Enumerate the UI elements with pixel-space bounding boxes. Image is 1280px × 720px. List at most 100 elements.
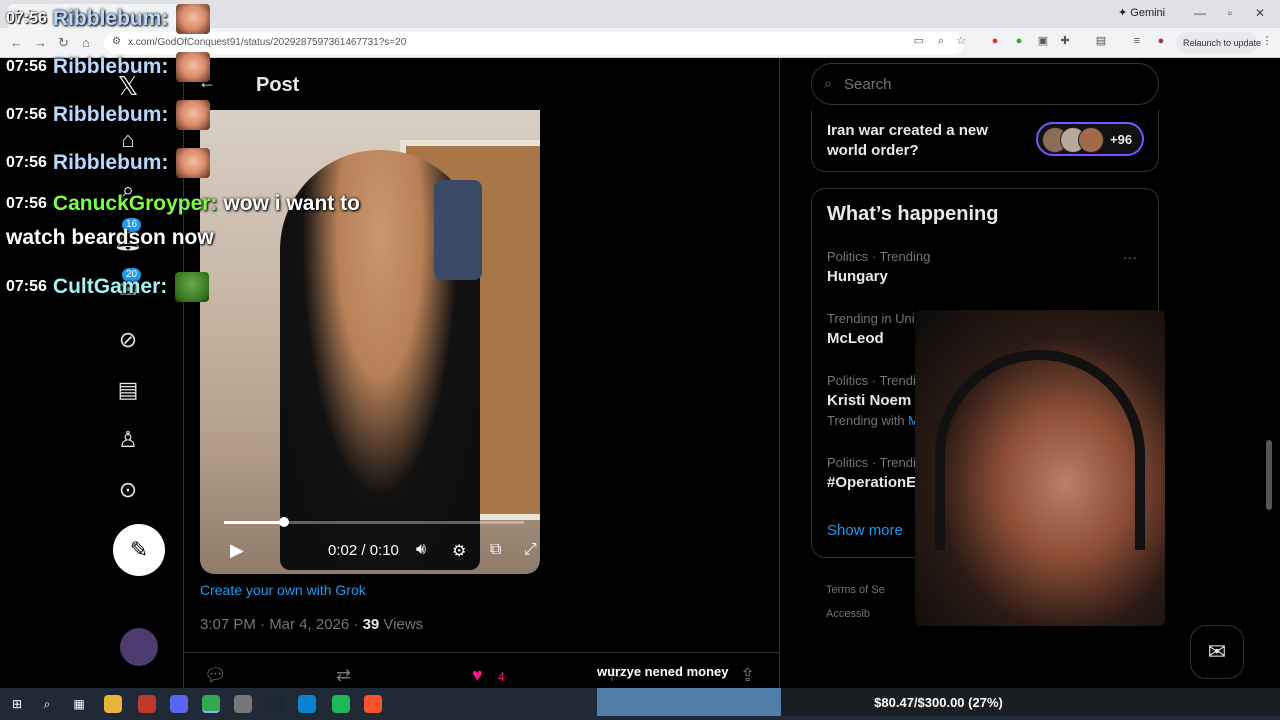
menu-icon[interactable]: ⋮: [1260, 34, 1274, 48]
chat-username: Ribblebum:: [52, 103, 169, 126]
stream-chat-overlay: 07:56 Ribblebum: 07:56 Ribblebum: 07:56 Ribbl…: [0, 0, 420, 302]
like-count: 4: [498, 670, 505, 684]
video-progress-handle[interactable]: [279, 517, 289, 527]
streamer-webcam: [915, 310, 1165, 626]
chrome-icon[interactable]: [202, 695, 220, 713]
steam-icon[interactable]: [266, 695, 284, 713]
extension-icon[interactable]: ●: [1012, 34, 1026, 48]
repost-icon[interactable]: ⇄: [336, 665, 351, 686]
chat-username: CultGamer:: [52, 275, 168, 298]
face-emote-icon: [176, 52, 211, 82]
bookmark-star-icon[interactable]: ☆: [954, 34, 968, 48]
chat-timestamp: 07:56: [6, 154, 47, 171]
maximize-icon[interactable]: ▫: [1220, 6, 1240, 20]
app-icon[interactable]: [138, 695, 156, 713]
sidepanel-icon[interactable]: ▤: [1094, 34, 1108, 48]
extension-icon[interactable]: ▣: [1036, 34, 1050, 48]
news-title[interactable]: Iran war created a new world order?: [827, 121, 1017, 161]
chat-message: 07:56 Ribblebum:: [6, 148, 211, 178]
chat-message: 07:56 Ribblebum:: [6, 4, 211, 34]
install-icon[interactable]: ▭: [912, 34, 926, 48]
news-avatar-count: +96: [1110, 132, 1133, 147]
lists-icon[interactable]: ▤: [112, 374, 144, 406]
brave-icon[interactable]: [364, 695, 382, 713]
chat-timestamp: 07:56: [6, 10, 47, 27]
video-progress-fill: [224, 521, 284, 524]
search-icon: ⌕: [824, 75, 832, 91]
gemini-button[interactable]: ✦ Gemini: [1118, 6, 1165, 19]
settings-gear-icon[interactable]: ⚙: [452, 541, 466, 561]
share-icon[interactable]: ⇪: [740, 665, 755, 686]
chat-message: 07:56 Ribblebum:: [6, 52, 211, 82]
chat-message: 07:56 CanuckGroyper: wow i want to: [6, 192, 360, 216]
trend-meta: Politics · Trending: [827, 249, 931, 264]
face-emote-icon: [176, 100, 211, 130]
spotify-icon[interactable]: [332, 695, 350, 713]
chat-username: Ribblebum:: [52, 55, 169, 78]
chat-timestamp: 07:56: [6, 195, 47, 212]
edge-icon[interactable]: [298, 695, 316, 713]
terms-link[interactable]: Terms of Se: [826, 578, 885, 602]
search-icon[interactable]: ⌕: [38, 695, 56, 713]
compose-post-button[interactable]: ✎: [113, 524, 165, 576]
chat-text: watch beardson now: [6, 226, 214, 249]
picture-in-picture-icon[interactable]: ⧉: [490, 541, 501, 559]
chat-username: CanuckGroyper:: [52, 192, 218, 215]
donation-goal-text: $80.47/$300.00 (27%): [874, 695, 1003, 710]
volume-icon[interactable]: 🔊︎: [416, 541, 426, 559]
grok-icon[interactable]: ⊘: [112, 324, 144, 356]
views-count: 39: [362, 616, 380, 633]
trend-name: Hungary: [827, 268, 888, 285]
grok-create-link[interactable]: Create your own with Grok: [200, 582, 366, 598]
discord-icon[interactable]: [170, 695, 188, 713]
chat-text: wow i want to: [223, 192, 360, 215]
trend-item[interactable]: Politics · Trending Hungary ···: [827, 249, 1147, 309]
section-title: What’s happening: [827, 203, 999, 225]
fullscreen-icon[interactable]: ⤢: [524, 541, 537, 559]
donation-goal-bar: $80.47/$300.00 (27%): [597, 688, 1280, 716]
chat-message: 07:56 CultGamer:: [6, 272, 210, 302]
scrollbar[interactable]: [1266, 440, 1272, 510]
post-metadata: 3:07 PM · Mar 4, 2026 · 39 Views: [200, 616, 423, 633]
show-more-link[interactable]: Show more: [827, 522, 903, 539]
more-icon[interactable]: ⊙: [112, 474, 144, 506]
donation-alert: wurzye nened money: [597, 664, 729, 679]
chat-timestamp: 07:56: [6, 106, 47, 123]
zoom-icon[interactable]: ⌕: [934, 34, 948, 48]
media-icon[interactable]: ≡: [1130, 34, 1144, 48]
video-frame-phone: [434, 180, 482, 280]
extension-icon[interactable]: ●: [988, 34, 1002, 48]
file-explorer-icon[interactable]: [104, 695, 122, 713]
gemini-label: Gemini: [1130, 7, 1166, 19]
video-progress-bar[interactable]: [224, 517, 524, 527]
views-label: Views: [379, 616, 424, 633]
reply-icon[interactable]: 💬︎: [204, 665, 227, 686]
profile-icon[interactable]: ♙: [112, 424, 144, 456]
chat-message: watch beardson now: [6, 226, 214, 250]
account-avatar[interactable]: [120, 628, 158, 666]
accessibility-link[interactable]: Accessib: [826, 602, 885, 626]
task-view-icon[interactable]: ▦: [70, 695, 88, 713]
play-icon[interactable]: ▶: [230, 540, 244, 561]
news-avatar-stack: +96: [1036, 122, 1144, 156]
close-icon[interactable]: ✕: [1250, 6, 1270, 20]
post-timestamp[interactable]: 3:07 PM · Mar 4, 2026 ·: [200, 616, 363, 633]
chat-username: Ribblebum:: [52, 7, 169, 30]
profile-icon[interactable]: ●: [1154, 34, 1168, 48]
like-heart-icon[interactable]: ♥: [472, 665, 483, 686]
more-options-icon[interactable]: ···: [1123, 249, 1137, 265]
face-emote-icon: [176, 148, 211, 178]
headphones: [935, 350, 1145, 550]
search-placeholder: Search: [844, 76, 892, 93]
search-input[interactable]: ⌕ Search: [811, 63, 1159, 105]
minimize-icon[interactable]: —: [1190, 6, 1210, 20]
relaunch-button[interactable]: Relaunch to update: [1176, 32, 1261, 54]
news-card[interactable]: Iran war created a new world order? +96: [811, 110, 1159, 172]
messages-drawer-button[interactable]: ✉︎: [1190, 625, 1244, 679]
avatar: [1078, 127, 1104, 153]
chat-timestamp: 07:56: [6, 58, 47, 75]
app-icon[interactable]: [234, 695, 252, 713]
extensions-puzzle-icon[interactable]: ✚: [1058, 34, 1072, 48]
face-emote-icon: [176, 4, 211, 34]
windows-start-icon[interactable]: ⊞: [8, 695, 26, 713]
